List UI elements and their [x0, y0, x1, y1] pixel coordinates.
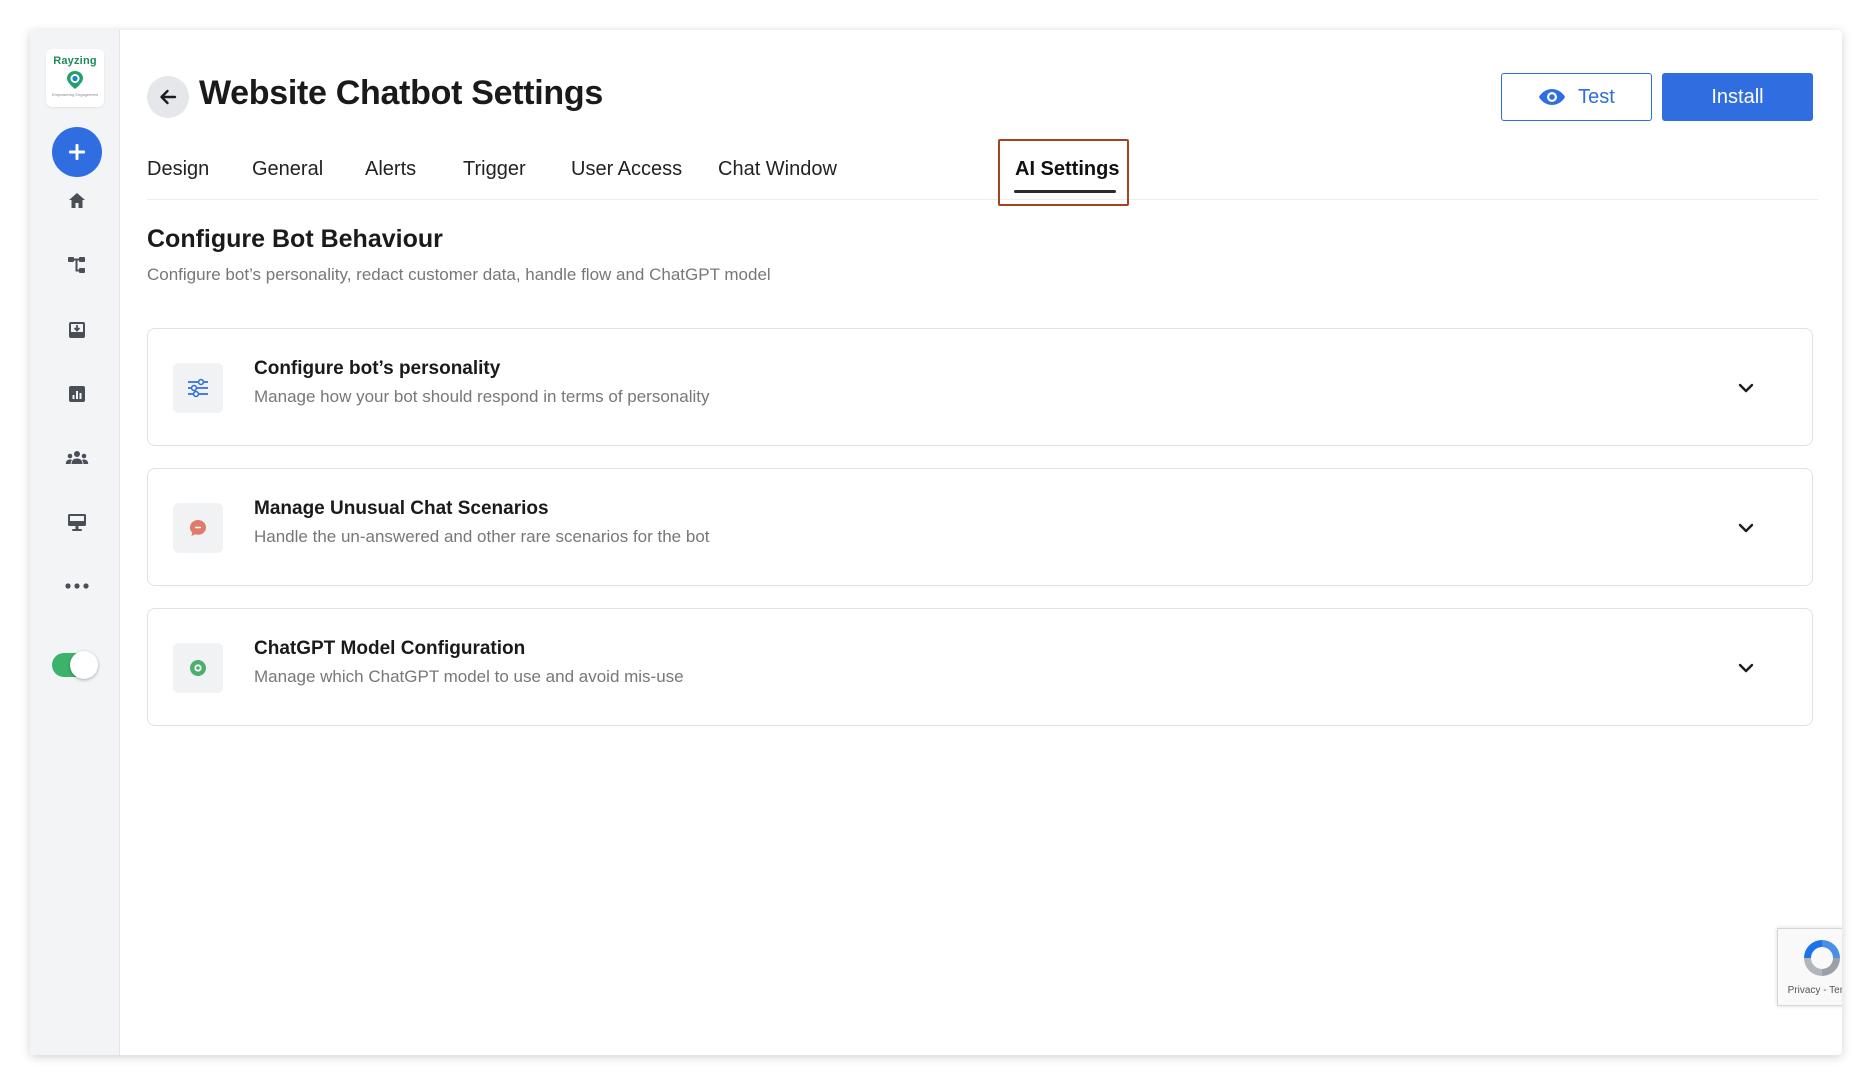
card-title: Manage Unusual Chat Scenarios: [254, 498, 549, 519]
card-description: Manage which ChatGPT model to use and av…: [254, 667, 684, 686]
sidebar-item-display[interactable]: [60, 505, 94, 539]
analytics-icon: [69, 386, 85, 402]
card-icon-box: [173, 503, 223, 553]
expand-button[interactable]: [1734, 656, 1758, 680]
card-bot-personality[interactable]: Configure bot’s personality Manage how y…: [147, 328, 1813, 446]
main-content: Website Chatbot Settings Test Install De…: [120, 30, 1842, 1055]
toggle-knob: [70, 651, 98, 679]
section-title: Configure Bot Behaviour: [147, 225, 443, 253]
back-button[interactable]: [147, 76, 189, 118]
card-unusual-scenarios[interactable]: Manage Unusual Chat Scenarios Handle the…: [147, 468, 1813, 586]
bot-status-toggle[interactable]: [52, 651, 98, 679]
recaptcha-icon: [1804, 940, 1840, 976]
sliders-icon: [188, 378, 208, 398]
team-icon: [65, 451, 89, 464]
inbox-icon: [69, 322, 85, 338]
tab-user-access[interactable]: User Access: [571, 158, 682, 181]
card-title: Configure bot’s personality: [254, 358, 501, 379]
logo[interactable]: Rayzing Empowering Engagement: [46, 49, 104, 107]
expand-button[interactable]: [1734, 376, 1758, 400]
tab-chat-window[interactable]: Chat Window: [718, 158, 837, 181]
tab-design[interactable]: Design: [147, 158, 209, 181]
recaptcha-badge[interactable]: Privacy - Terms: [1777, 928, 1842, 1006]
display-icon: [68, 514, 86, 531]
active-tab-underline: [1014, 190, 1116, 193]
chevron-down-icon: [1738, 523, 1754, 533]
chat-bubble-icon: [190, 520, 206, 536]
more-icon: [65, 583, 89, 589]
arrow-left-icon: [160, 89, 177, 105]
card-description: Handle the un-answered and other rare sc…: [254, 527, 710, 546]
logo-mark-icon: [67, 71, 83, 89]
model-icon: [190, 660, 206, 676]
create-new-button[interactable]: [52, 127, 102, 177]
card-title: ChatGPT Model Configuration: [254, 638, 526, 659]
sidebar-item-more[interactable]: [60, 569, 94, 603]
tab-general[interactable]: General: [252, 158, 323, 181]
recaptcha-links[interactable]: Privacy - Terms: [1788, 985, 1842, 996]
tab-trigger[interactable]: Trigger: [463, 158, 526, 181]
flow-icon: [68, 257, 85, 273]
tab-ai-settings[interactable]: AI Settings: [1015, 158, 1119, 181]
eye-icon: [1539, 89, 1566, 105]
install-button[interactable]: Install: [1662, 73, 1813, 121]
sidebar-item-team[interactable]: [60, 441, 94, 475]
card-icon-box: [173, 643, 223, 693]
sidebar-item-inbox[interactable]: [60, 313, 94, 347]
test-button[interactable]: Test: [1501, 73, 1652, 121]
app-window: Rayzing Empowering Engagement Website Ch…: [30, 30, 1842, 1055]
expand-button[interactable]: [1734, 516, 1758, 540]
sidebar-item-analytics[interactable]: [60, 377, 94, 411]
card-icon-box: [173, 363, 223, 413]
test-button-label: Test: [1578, 85, 1615, 108]
chevron-down-icon: [1738, 663, 1754, 673]
plus-icon: [69, 144, 85, 160]
chevron-down-icon: [1738, 383, 1754, 393]
section-subtitle: Configure bot’s personality, redact cust…: [147, 265, 771, 284]
sidebar-item-flows[interactable]: [60, 248, 94, 282]
settings-tabs: Design General Alerts Trigger User Acces…: [147, 139, 1818, 206]
card-chatgpt-model[interactable]: ChatGPT Model Configuration Manage which…: [147, 608, 1813, 726]
tab-alerts[interactable]: Alerts: [365, 158, 416, 181]
home-icon: [69, 193, 85, 208]
sidebar: Rayzing Empowering Engagement: [30, 30, 120, 1055]
sidebar-item-home[interactable]: [60, 184, 94, 218]
card-description: Manage how your bot should respond in te…: [254, 387, 710, 406]
logo-subtext: Empowering Engagement: [51, 92, 99, 97]
page-title: Website Chatbot Settings: [199, 74, 603, 112]
logo-text: Rayzing: [53, 55, 97, 67]
